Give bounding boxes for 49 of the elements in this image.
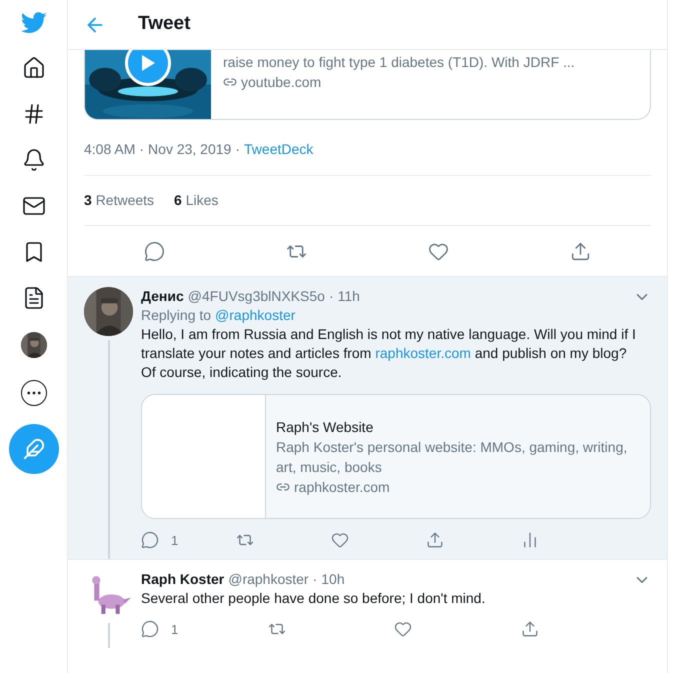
profile-avatar[interactable] — [20, 332, 46, 358]
home-icon[interactable] — [22, 56, 46, 80]
card-domain: raphkoster.com — [294, 478, 390, 496]
user-handle[interactable]: @raphkoster — [228, 570, 309, 589]
separator-dot: · — [312, 570, 318, 589]
bell-icon[interactable] — [22, 148, 46, 172]
user-name[interactable]: Денис — [141, 287, 184, 306]
action-count: 1 — [171, 532, 178, 550]
heart-icon[interactable] — [394, 620, 412, 638]
bird-logo-icon[interactable] — [20, 12, 46, 34]
website-card[interactable]: Raph's Website Raph Koster's personal website: MMOs, gaming, writing, art, music, books raphkoster.com — [141, 394, 651, 519]
reply-time: 11h — [338, 287, 360, 306]
separator-dot: · — [328, 287, 334, 306]
thread-line — [108, 623, 110, 648]
tweet-text: Several other people have done so before; I don't mind. — [141, 589, 486, 608]
link-card[interactable]: raise money to fight type 1 diabetes (T1D). With JDRF ... youtube.com — [84, 50, 651, 120]
speech-bubble-icon[interactable] — [141, 531, 159, 549]
share-icon[interactable] — [570, 240, 591, 262]
share-icon[interactable] — [426, 531, 444, 549]
card-domain: youtube.com — [241, 73, 322, 92]
envelope-icon[interactable] — [22, 194, 46, 218]
tweet-date: Nov 23, 2019 — [148, 140, 232, 159]
separator-dot: · — [235, 140, 240, 159]
action-count: 1 — [171, 620, 178, 638]
card-title: Raph's Website — [276, 418, 374, 436]
bar-chart-icon[interactable] — [521, 531, 539, 549]
stat-link[interactable]: 3 Retweets — [84, 190, 154, 211]
speech-bubble-icon[interactable] — [141, 620, 159, 638]
feather-icon — [22, 438, 44, 460]
card-description: raise money to fight type 1 diabetes (T1D). With JDRF ... — [223, 53, 575, 72]
reply-tweet[interactable] — [68, 276, 667, 559]
separator-dot: · — [139, 140, 144, 159]
compose-button[interactable] — [8, 424, 58, 474]
stat-link[interactable]: 6 Likes — [174, 190, 218, 211]
heart-icon[interactable] — [428, 240, 449, 262]
replying-label: Replying to — [141, 306, 212, 325]
more-icon[interactable] — [20, 380, 46, 406]
user-name[interactable]: Raph Koster — [141, 570, 224, 589]
tweet-text: Of course, indicating the source. — [141, 363, 343, 382]
page-title: Tweet — [138, 12, 190, 36]
reply-time: 10h — [321, 570, 345, 589]
tweet-time: 4:08 AM — [84, 140, 136, 159]
heart-icon[interactable] — [331, 531, 349, 549]
reply-tweet[interactable]: Raph Koster @raphkoster · 10h Several other people have done so before; I don't mind. 1 — [68, 559, 667, 648]
tweet-text: Hello, I am from Russia and English is not my native language. Will you mind if I translate your notes and articles from raphkoster.com and publish on my blog? — [141, 325, 637, 363]
share-icon[interactable] — [520, 620, 539, 638]
speech-bubble-icon[interactable] — [144, 240, 166, 262]
user-avatar[interactable] — [84, 287, 133, 336]
user-handle[interactable]: @4FUVsg3blNXKS5o — [188, 287, 325, 306]
